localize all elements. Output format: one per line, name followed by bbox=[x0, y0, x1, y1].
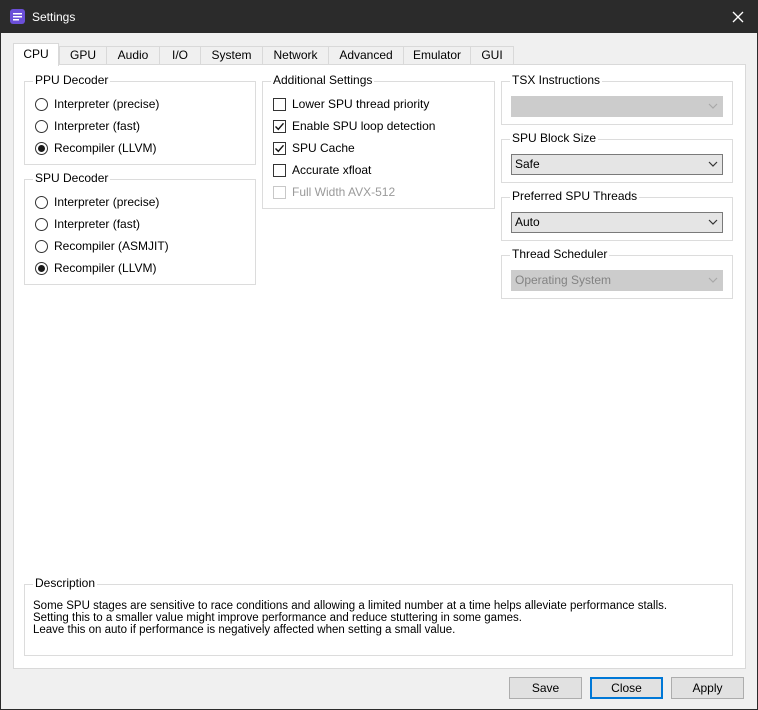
description-line: Setting this to a smaller value might im… bbox=[33, 612, 522, 624]
description-line: Some SPU stages are sensitive to race co… bbox=[33, 600, 668, 612]
radio-button[interactable] bbox=[35, 97, 48, 111]
checkbox[interactable] bbox=[273, 97, 286, 111]
tsx-instructions-group: TSX Instructions bbox=[501, 73, 733, 125]
save-button[interactable]: Save bbox=[509, 677, 582, 699]
full-width-avx512-option: Full Width AVX-512 bbox=[273, 184, 395, 200]
window-title: Settings bbox=[32, 10, 76, 24]
spu-option-recompiler-llvm[interactable]: Recompiler (LLVM) bbox=[35, 260, 156, 276]
spu-option-interpreter-fast[interactable]: Interpreter (fast) bbox=[35, 216, 140, 232]
enable-spu-loop-detection-option[interactable]: Enable SPU loop detection bbox=[273, 118, 435, 134]
option-label: Interpreter (precise) bbox=[54, 195, 160, 209]
description-title: Description bbox=[33, 576, 98, 590]
preferred-spu-threads-dropdown[interactable]: Auto bbox=[511, 212, 723, 233]
spu-decoder-group: SPU Decoder Interpreter (precise) Interp… bbox=[24, 171, 256, 285]
close-icon bbox=[732, 11, 744, 23]
lower-spu-thread-priority-option[interactable]: Lower SPU thread priority bbox=[273, 96, 429, 112]
checkbox-checked[interactable] bbox=[273, 141, 286, 155]
thread-scheduler-group: Thread Scheduler Operating System bbox=[501, 247, 733, 299]
chevron-down-icon bbox=[708, 103, 718, 109]
spu-option-interpreter-precise[interactable]: Interpreter (precise) bbox=[35, 194, 159, 210]
checkbox[interactable] bbox=[273, 163, 286, 177]
tab-advanced[interactable]: Advanced bbox=[328, 46, 404, 65]
tab-gpu[interactable]: GPU bbox=[59, 46, 107, 65]
radio-button[interactable] bbox=[35, 217, 48, 231]
tab-io[interactable]: I/O bbox=[159, 46, 201, 65]
tab-cpu[interactable]: CPU bbox=[13, 43, 59, 66]
description-text: Some SPU stages are sensitive to race co… bbox=[33, 600, 667, 636]
dropdown-value: Safe bbox=[515, 157, 540, 171]
option-label: SPU Cache bbox=[292, 141, 355, 155]
option-label: Interpreter (fast) bbox=[54, 217, 141, 231]
option-label: Accurate xfloat bbox=[292, 163, 372, 177]
spu-block-size-dropdown[interactable]: Safe bbox=[511, 154, 723, 175]
option-label: Enable SPU loop detection bbox=[292, 119, 436, 133]
option-label: Recompiler (LLVM) bbox=[54, 261, 157, 275]
ppu-option-interpreter-precise[interactable]: Interpreter (precise) bbox=[35, 96, 159, 112]
option-label: Recompiler (LLVM) bbox=[54, 141, 157, 155]
tab-system[interactable]: System bbox=[200, 46, 263, 65]
radio-button-checked[interactable] bbox=[35, 141, 48, 155]
spu-cache-option[interactable]: SPU Cache bbox=[273, 140, 355, 156]
spu-block-size-title: SPU Block Size bbox=[510, 131, 599, 145]
spu-option-recompiler-asmjit[interactable]: Recompiler (ASMJIT) bbox=[35, 238, 169, 254]
settings-window: Settings CPU GPU Audio I/O System Networ… bbox=[0, 0, 758, 710]
accurate-xfloat-option[interactable]: Accurate xfloat bbox=[273, 162, 371, 178]
option-label: Full Width AVX-512 bbox=[292, 185, 396, 199]
ppu-option-recompiler-llvm[interactable]: Recompiler (LLVM) bbox=[35, 140, 156, 156]
tab-gui[interactable]: GUI bbox=[470, 46, 514, 65]
apply-button[interactable]: Apply bbox=[671, 677, 744, 699]
dropdown-value: Auto bbox=[515, 215, 540, 229]
thread-scheduler-title: Thread Scheduler bbox=[510, 247, 610, 261]
ppu-decoder-title: PPU Decoder bbox=[33, 73, 111, 87]
tab-emulator[interactable]: Emulator bbox=[403, 46, 471, 65]
tab-network[interactable]: Network bbox=[262, 46, 329, 65]
preferred-spu-threads-title: Preferred SPU Threads bbox=[510, 189, 640, 203]
radio-button[interactable] bbox=[35, 195, 48, 209]
option-label: Interpreter (precise) bbox=[54, 97, 160, 111]
close-window-button[interactable] bbox=[719, 1, 757, 33]
preferred-spu-threads-group: Preferred SPU Threads Auto bbox=[501, 189, 733, 241]
checkmark-icon bbox=[275, 144, 285, 152]
cpu-tab-pane: PPU Decoder Interpreter (precise) Interp… bbox=[13, 64, 746, 669]
checkbox-disabled bbox=[273, 185, 286, 199]
checkbox-checked[interactable] bbox=[273, 119, 286, 133]
ppu-decoder-group: PPU Decoder Interpreter (precise) Interp… bbox=[24, 73, 256, 165]
checkmark-icon bbox=[275, 122, 285, 130]
option-label: Interpreter (fast) bbox=[54, 119, 141, 133]
option-label: Lower SPU thread priority bbox=[292, 97, 430, 111]
radio-button[interactable] bbox=[35, 239, 48, 253]
spu-decoder-title: SPU Decoder bbox=[33, 171, 111, 185]
dropdown-value: Operating System bbox=[515, 273, 612, 287]
tab-audio[interactable]: Audio bbox=[106, 46, 160, 65]
description-group: Description Some SPU stages are sensitiv… bbox=[24, 576, 733, 656]
additional-settings-group: Additional Settings Lower SPU thread pri… bbox=[262, 73, 495, 209]
thread-scheduler-dropdown: Operating System bbox=[511, 270, 723, 291]
close-button[interactable]: Close bbox=[590, 677, 663, 699]
option-label: Recompiler (ASMJIT) bbox=[54, 239, 169, 253]
chevron-down-icon bbox=[708, 277, 718, 283]
ppu-option-interpreter-fast[interactable]: Interpreter (fast) bbox=[35, 118, 140, 134]
radio-button[interactable] bbox=[35, 119, 48, 133]
spu-block-size-group: SPU Block Size Safe bbox=[501, 131, 733, 183]
tsx-instructions-title: TSX Instructions bbox=[510, 73, 603, 87]
chevron-down-icon bbox=[708, 161, 718, 167]
chevron-down-icon bbox=[708, 219, 718, 225]
description-line: Leave this on auto if performance is neg… bbox=[33, 624, 456, 636]
tsx-instructions-dropdown bbox=[511, 96, 723, 117]
radio-button-checked[interactable] bbox=[35, 261, 48, 275]
app-icon bbox=[10, 9, 25, 24]
title-bar[interactable]: Settings bbox=[1, 1, 757, 33]
additional-settings-title: Additional Settings bbox=[271, 73, 375, 87]
